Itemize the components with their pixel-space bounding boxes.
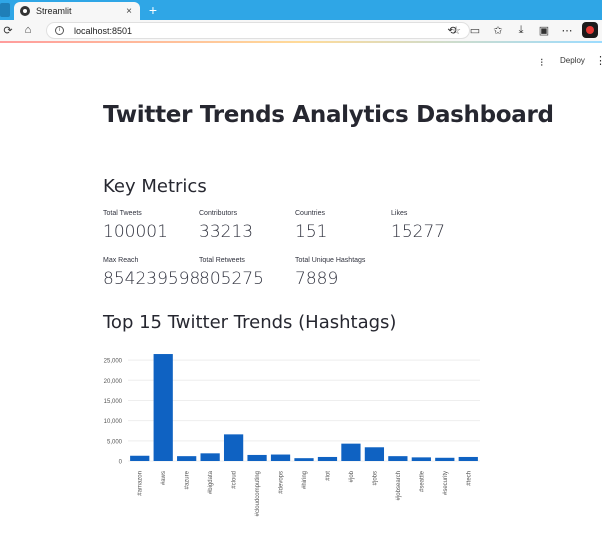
new-tab-button[interactable]: + [146, 2, 160, 18]
metric-value: 854239598 [103, 269, 201, 289]
bar-hiring [294, 458, 314, 461]
metric-total-tweets: Total Tweets 100001 [103, 210, 168, 242]
window-menu-button[interactable] [0, 3, 10, 17]
x-tick-label: #aws [161, 471, 167, 485]
metric-likes: Likes 15277 [391, 210, 445, 242]
bar-cloud [223, 434, 244, 461]
hashtag-bar-chart[interactable]: 0 5,000 10,000 15,000 20,000 25,000 #amazon #aw… [95, 344, 490, 534]
x-tick-label: #jobs [372, 471, 378, 485]
screen-cast-icon[interactable]: ▣ [536, 22, 552, 38]
metric-value: 7889 [295, 269, 339, 289]
metric-label: Total Tweets [103, 210, 142, 217]
downloads-icon[interactable]: ⤓ [513, 22, 529, 38]
streamlit-favicon-icon [20, 6, 30, 16]
streamlit-status-icon[interactable]: ⁝ [540, 56, 544, 69]
reload-icon[interactable]: ⟳ [0, 22, 16, 38]
bar-seattle [411, 457, 431, 461]
metric-label: Total Retweets [199, 257, 245, 264]
x-tick-label: #job [349, 470, 355, 482]
deploy-button[interactable]: Deploy [560, 56, 585, 65]
bar-bigdata [200, 453, 220, 461]
metric-value: 805275 [199, 269, 264, 289]
bar-iot [317, 456, 338, 461]
page-title: Twitter Trends Analytics Dashboard [103, 102, 554, 128]
chart-svg: 0 5,000 10,000 15,000 20,000 25,000 #amazon #aw… [104, 354, 480, 516]
bar-job [341, 443, 361, 461]
home-icon[interactable]: ⌂ [20, 22, 36, 38]
metric-value: 15277 [391, 222, 446, 242]
metric-value: 151 [295, 222, 328, 242]
profile-avatar-icon[interactable] [582, 22, 598, 38]
bar-amazon [130, 455, 150, 461]
y-tick-label: 20,000 [104, 379, 123, 385]
x-tick-label: #amazon [138, 471, 144, 496]
metric-value: 100001 [103, 222, 168, 242]
x-tick-label: #seattle [419, 470, 425, 492]
main-menu-icon[interactable]: ⋮ [595, 54, 602, 67]
site-info-icon[interactable]: i [55, 26, 64, 35]
x-tick-label: #azure [185, 470, 191, 489]
x-tick-label: #devops [279, 471, 285, 494]
streamlit-decoration-bar [0, 41, 602, 43]
bar-azure [177, 456, 197, 461]
address-bar[interactable]: i localhost:8501 ☆ [46, 22, 470, 39]
bar-jobsearch [388, 456, 408, 461]
y-tick-label: 10,000 [104, 419, 123, 425]
bar-devops [270, 454, 291, 461]
metric-label: Contributors [199, 210, 238, 217]
tab-close-icon[interactable]: × [124, 6, 134, 17]
metrics-heading: Key Metrics [103, 176, 207, 197]
x-tick-label: #jobsearch [396, 471, 402, 500]
x-tick-label: #tech [466, 471, 472, 486]
bar-tech [458, 456, 478, 461]
x-tick-label: #iot [325, 471, 331, 481]
x-tick-label: #hiring [302, 471, 308, 489]
bar-security [435, 457, 455, 461]
metric-label: Likes [391, 210, 408, 217]
metric-label: Total Unique Hashtags [295, 257, 366, 264]
y-tick-label: 25,000 [104, 359, 123, 365]
split-screen-icon[interactable]: ▭ [467, 22, 483, 38]
x-tick-label: #cloudcomputing [255, 471, 261, 516]
metric-value: 33213 [199, 222, 254, 242]
url-text: localhost:8501 [74, 25, 133, 36]
y-tick-label: 5,000 [107, 439, 123, 445]
metric-contributors: Contributors 33213 [199, 210, 253, 242]
chart-heading: Top 15 Twitter Trends (Hashtags) [103, 312, 397, 333]
y-tick-label: 15,000 [104, 399, 123, 405]
metric-countries: Countries 151 [295, 210, 327, 242]
x-tick-label: #cloud [232, 471, 238, 489]
x-tick-label: #security [443, 471, 449, 495]
browser-toolbar: ⟳ ⌂ i localhost:8501 ☆ ⟲ ▭ ✩ ⤓ ▣ ⋯ [0, 20, 602, 41]
y-tick-label: 0 [119, 460, 123, 466]
metric-label: Countries [295, 210, 325, 217]
browser-tab-strip: Streamlit × + [0, 0, 602, 20]
bar-cloudcomputing [247, 454, 267, 461]
x-tick-label: #bigdata [208, 470, 214, 494]
metric-label: Max Reach [103, 257, 139, 264]
extensions-icon[interactable]: ⟲ [444, 22, 460, 38]
bar-jobs [364, 447, 385, 461]
browser-tab[interactable]: Streamlit × [14, 2, 140, 20]
favorites-icon[interactable]: ✩ [490, 22, 506, 38]
account-menu-icon[interactable]: ⋯ [559, 22, 575, 38]
metric-max-reach: Max Reach 854239598 [103, 257, 200, 289]
tab-title: Streamlit [36, 6, 72, 16]
metric-total-retweets: Total Retweets 805275 [199, 257, 264, 289]
metric-unique-hashtags: Total Unique Hashtags 7889 [295, 257, 365, 289]
bar-aws [153, 354, 173, 461]
